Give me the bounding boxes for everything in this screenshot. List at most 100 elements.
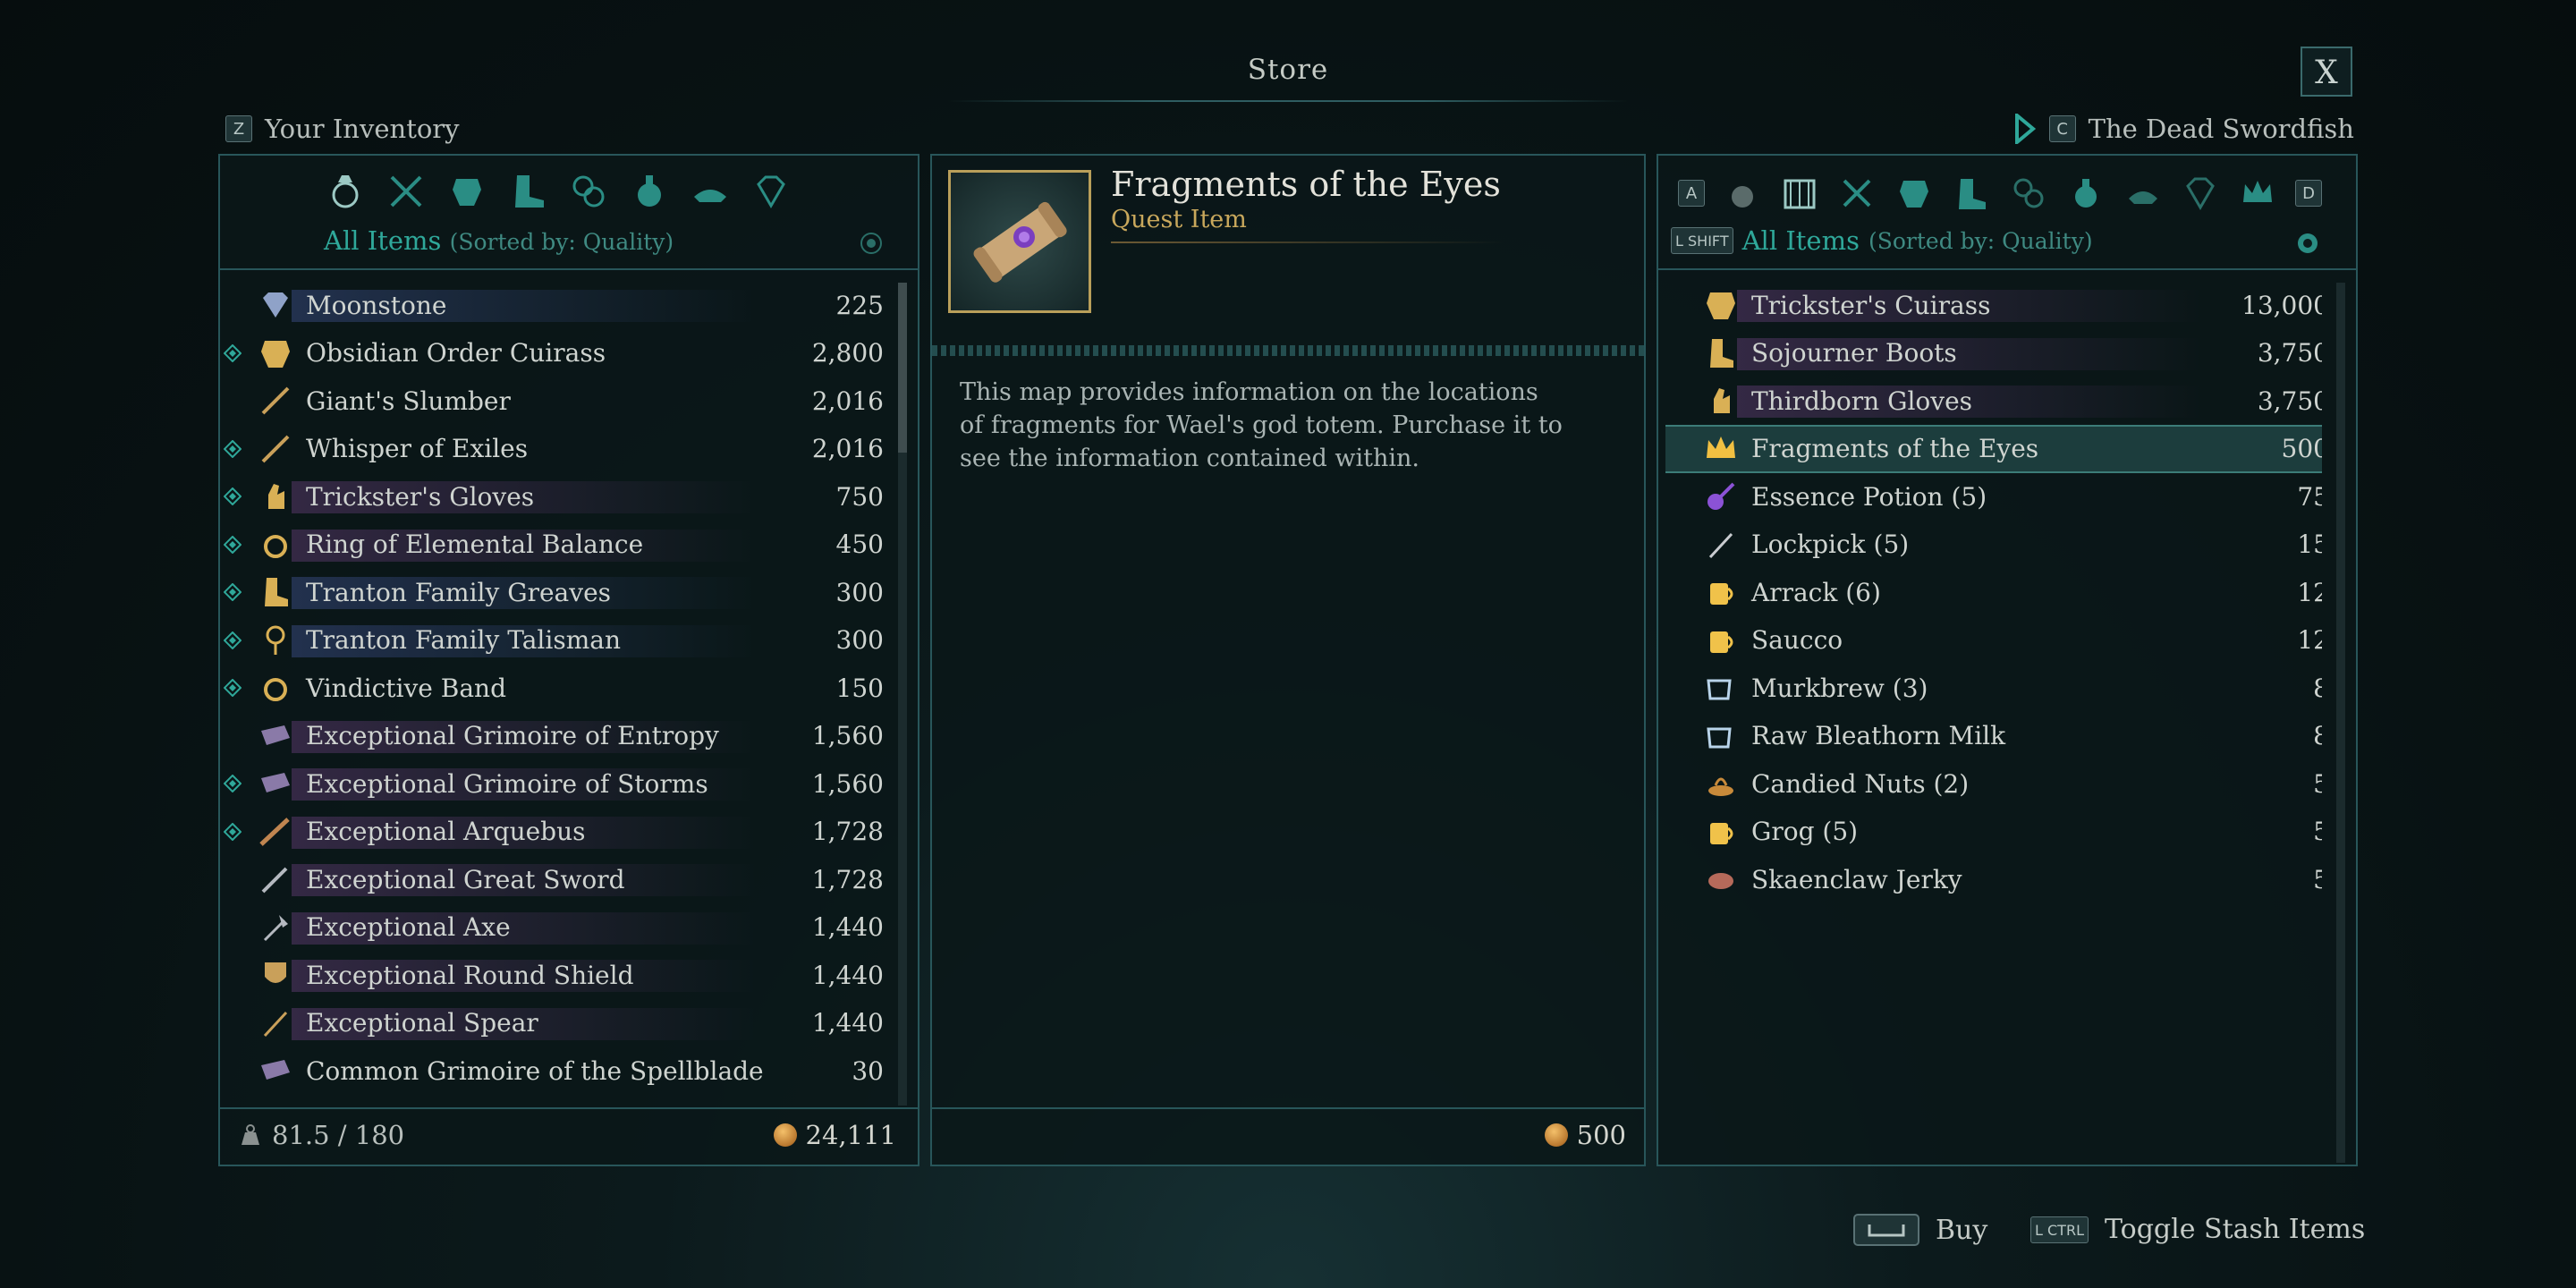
list-item[interactable]: Obsidian Order Cuirass 2,800 xyxy=(220,331,884,376)
misc-icon[interactable] xyxy=(1723,174,1762,213)
shift-key[interactable]: L SHIFT xyxy=(1671,227,1733,254)
inventory-category-bar xyxy=(326,172,791,211)
merchant-filter-settings-icon[interactable] xyxy=(2295,231,2320,256)
ring-icon xyxy=(258,527,293,563)
merchant-scrollbar[interactable] xyxy=(2336,283,2345,1163)
list-item[interactable]: Candied Nuts (2) 5 xyxy=(1665,761,2322,806)
item-type: Quest Item xyxy=(1111,206,1247,233)
inventory-scrollbar[interactable] xyxy=(898,283,907,1106)
toggle-stash-hint[interactable]: L CTRL Toggle Stash Items xyxy=(2030,1214,2365,1245)
gems-icon[interactable] xyxy=(2181,174,2220,213)
gun-icon xyxy=(258,814,293,850)
lamp-icon[interactable] xyxy=(2123,174,2163,213)
list-item[interactable]: Exceptional Round Shield 1,440 xyxy=(220,953,884,997)
item-name: Lockpick (5) xyxy=(1751,530,1910,559)
list-item[interactable]: Giant's Slumber 2,016 xyxy=(220,378,884,423)
item-name: Tranton Family Greaves xyxy=(306,577,612,607)
prev-category-key[interactable]: A xyxy=(1678,180,1705,207)
spacebar-key-icon xyxy=(1853,1214,1919,1246)
item-price: 2,800 xyxy=(811,338,884,368)
item-name: Common Grimoire of the Spellblade xyxy=(306,1055,764,1086)
weight-value: 81.5 / 180 xyxy=(272,1120,405,1150)
list-item[interactable]: Trickster's Cuirass 13,000 xyxy=(1665,283,2322,327)
boots-icon[interactable] xyxy=(508,172,547,211)
armor-icon xyxy=(258,335,293,371)
item-description: This map provides information on the loc… xyxy=(960,378,1563,472)
list-item[interactable]: Essence Potion (5) 75 xyxy=(1665,474,2322,519)
list-item[interactable]: Thirdborn Gloves 3,750 xyxy=(1665,378,2322,423)
list-item[interactable]: Exceptional Grimoire of Storms 1,560 xyxy=(220,761,884,806)
list-item[interactable]: Ring of Elemental Balance 450 xyxy=(220,522,884,567)
merchant-filter[interactable]: L SHIFT All Items (Sorted by: Quality) xyxy=(1671,225,2093,256)
inventory-sort-label: (Sorted by: Quality) xyxy=(449,229,674,255)
list-item[interactable]: Exceptional Axe 1,440 xyxy=(220,905,884,950)
inventory-key[interactable]: Z xyxy=(225,115,252,142)
inventory-scroll-thumb[interactable] xyxy=(898,283,907,453)
ctrl-key[interactable]: L CTRL xyxy=(2030,1216,2089,1243)
list-item[interactable]: Moonstone 225 xyxy=(220,283,884,327)
axe-icon xyxy=(258,910,293,945)
inventory-filter[interactable]: All Items (Sorted by: Quality) xyxy=(324,225,674,256)
item-price: 150 xyxy=(835,673,884,703)
list-item[interactable]: Exceptional Grimoire of Entropy 1,560 xyxy=(220,714,884,758)
list-item[interactable]: Vindictive Band 150 xyxy=(220,665,884,710)
inventory-footer-divider xyxy=(220,1107,918,1109)
list-item[interactable]: Arrack (6) 12 xyxy=(1665,570,2322,614)
lamp-icon[interactable] xyxy=(691,172,730,211)
ring-icon xyxy=(258,670,293,706)
merchant-list: Trickster's Cuirass 13,000 Sojourner Boots… xyxy=(1665,277,2322,1107)
item-price: 3,750 xyxy=(2257,386,2322,416)
list-item[interactable]: Saucco 12 xyxy=(1665,618,2322,663)
list-item[interactable]: Tranton Family Greaves 300 xyxy=(220,570,884,614)
item-price: 1,728 xyxy=(811,817,884,846)
list-item[interactable]: Raw Bleathorn Milk 8 xyxy=(1665,714,2322,758)
grimoire-icon xyxy=(258,718,293,754)
all-items-icon[interactable] xyxy=(1780,174,1819,213)
list-item[interactable]: Lockpick (5) 15 xyxy=(1665,522,2322,567)
weapons-icon[interactable] xyxy=(1837,174,1877,213)
gems-icon[interactable] xyxy=(751,172,791,211)
rings-icon[interactable] xyxy=(569,172,608,211)
shield-icon xyxy=(258,957,293,993)
consumables-icon[interactable] xyxy=(630,172,669,211)
all-items-icon[interactable] xyxy=(326,172,365,211)
inventory-filter-label: All Items xyxy=(324,225,442,256)
armor-icon[interactable] xyxy=(1894,174,1934,213)
weapons-icon[interactable] xyxy=(386,172,426,211)
list-item[interactable]: Skaenclaw Jerky 5 xyxy=(1665,857,2322,902)
list-item[interactable]: Exceptional Arquebus 1,728 xyxy=(220,809,884,854)
staff-icon xyxy=(258,431,293,467)
item-name: Obsidian Order Cuirass xyxy=(306,338,606,368)
next-category-key[interactable]: D xyxy=(2295,180,2322,207)
diamond-marker-icon xyxy=(224,775,242,792)
rings-icon[interactable] xyxy=(2009,174,2048,213)
buy-hint[interactable]: Buy xyxy=(1853,1214,1987,1246)
sword-icon xyxy=(258,861,293,897)
consumables-icon[interactable] xyxy=(2066,174,2106,213)
item-price: 1,440 xyxy=(811,912,884,942)
merchant-key[interactable]: C xyxy=(2048,115,2076,142)
list-item[interactable]: Exceptional Great Sword 1,728 xyxy=(220,857,884,902)
item-name: Exceptional Axe xyxy=(306,912,511,942)
boots-icon[interactable] xyxy=(1952,174,1991,213)
drink-icon xyxy=(1703,623,1739,658)
item-name: Exceptional Arquebus xyxy=(306,817,586,846)
armor-icon[interactable] xyxy=(447,172,487,211)
item-name: Vindictive Band xyxy=(306,673,506,703)
inventory-filter-settings-icon[interactable] xyxy=(859,231,884,256)
item-name: Trickster's Cuirass xyxy=(1751,290,1991,320)
list-item[interactable]: Whisper of Exiles 2,016 xyxy=(220,427,884,471)
item-price: 750 xyxy=(835,481,884,512)
item-name: Exceptional Spear xyxy=(306,1008,538,1038)
list-item[interactable]: Exceptional Spear 1,440 xyxy=(220,1001,884,1046)
list-item[interactable]: Tranton Family Talisman 300 xyxy=(220,618,884,663)
list-item[interactable]: Murkbrew (3) 8 xyxy=(1665,665,2322,710)
list-item[interactable]: Common Grimoire of the Spellblade 30 xyxy=(220,1048,884,1093)
crown-icon[interactable] xyxy=(2238,174,2277,213)
close-button[interactable]: X xyxy=(2301,47,2352,97)
list-item[interactable]: Grog (5) 5 xyxy=(1665,809,2322,854)
item-name: Fragments of the Eyes xyxy=(1751,434,2039,463)
list-item[interactable]: Sojourner Boots 3,750 xyxy=(1665,331,2322,376)
list-item[interactable]: Trickster's Gloves 750 xyxy=(220,474,884,519)
list-item-selected[interactable]: Fragments of the Eyes 500 xyxy=(1665,424,2322,473)
